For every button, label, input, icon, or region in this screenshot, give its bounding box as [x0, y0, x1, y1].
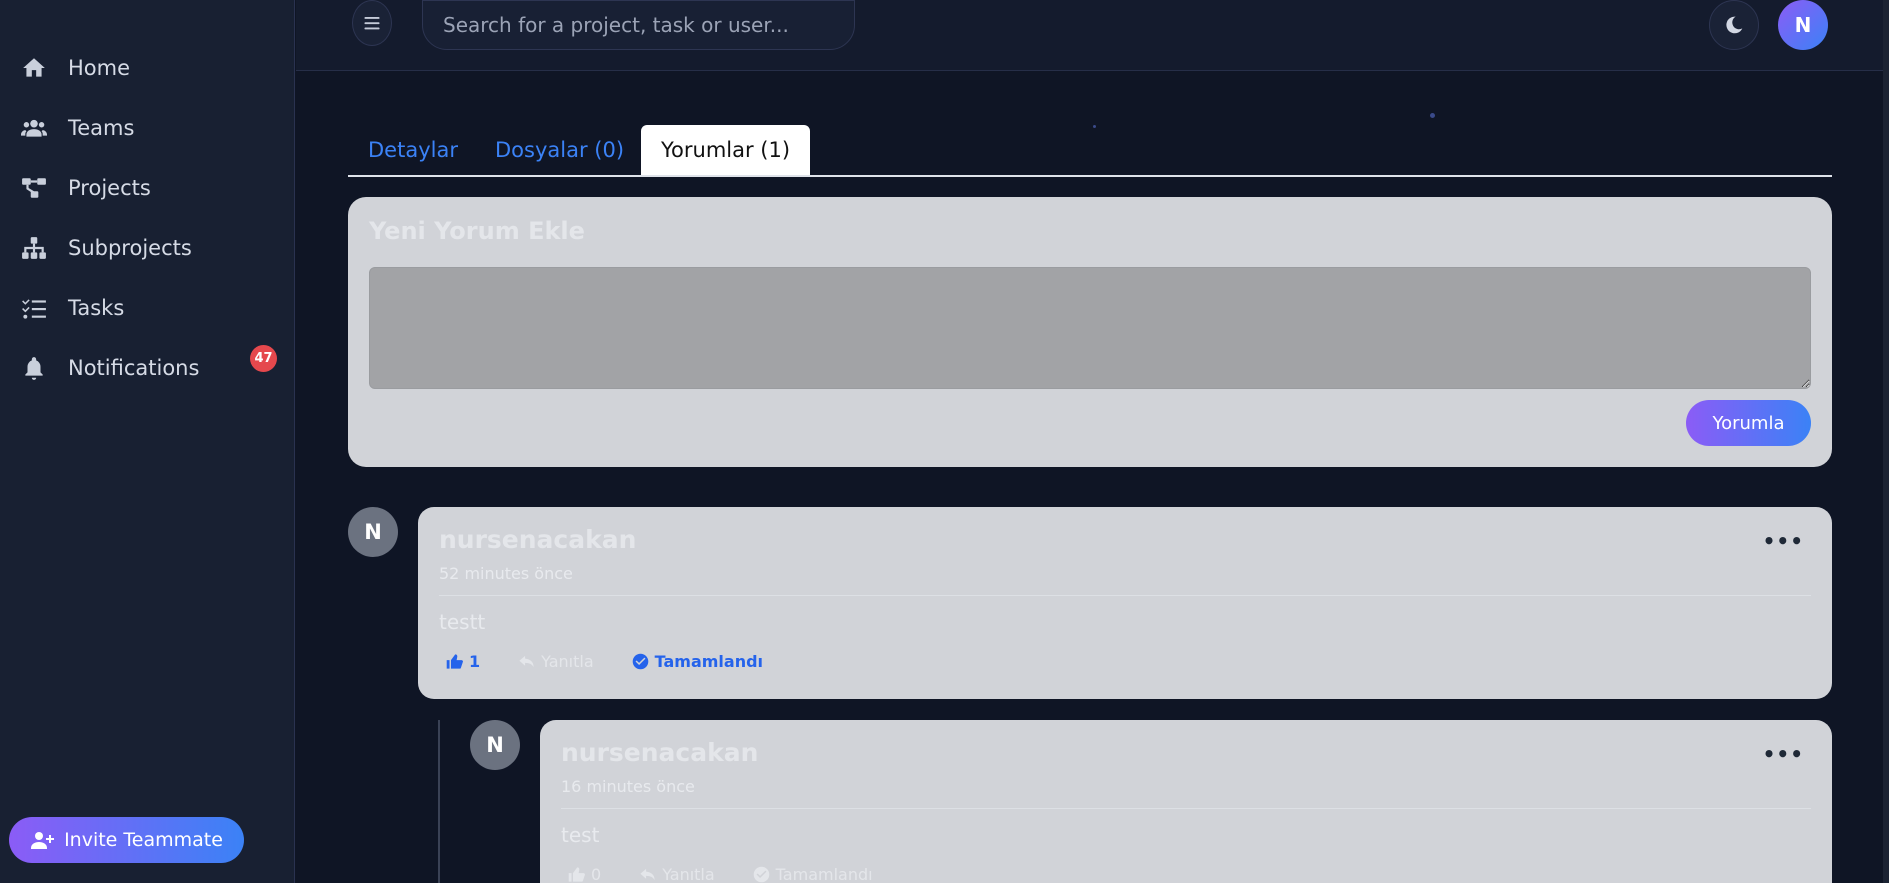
- sitemap-icon: [20, 234, 48, 262]
- check-circle-icon: [632, 653, 648, 670]
- reply-button[interactable]: Yanıtla: [518, 652, 594, 671]
- search-input[interactable]: [422, 0, 855, 50]
- sidebar-item-label: Tasks: [68, 296, 125, 320]
- submit-comment-button[interactable]: Yorumla: [1686, 400, 1811, 446]
- tab-yorumlar[interactable]: Yorumlar (1): [641, 125, 811, 175]
- sidebar: Home Teams Projects Subprojects Tasks No…: [0, 0, 295, 883]
- thumbs-up-icon: [568, 867, 585, 882]
- reply-text: test: [561, 823, 600, 847]
- home-icon: [20, 54, 48, 82]
- reply-thread-line: [438, 720, 440, 883]
- user-plus-icon: [31, 832, 55, 849]
- tab-dosyalar[interactable]: Dosyalar (0): [475, 125, 644, 175]
- topbar: N: [296, 0, 1889, 71]
- menu-toggle-button[interactable]: [352, 0, 392, 46]
- reply-label: Yanıtla: [662, 865, 715, 883]
- comment-more-menu-button[interactable]: •••: [1763, 529, 1804, 553]
- sidebar-item-label: Notifications: [68, 356, 200, 380]
- sidebar-item-teams[interactable]: Teams: [20, 106, 280, 150]
- moon-icon: [1726, 16, 1743, 34]
- reply-more-menu-button[interactable]: •••: [1763, 742, 1804, 766]
- sidebar-item-tasks[interactable]: Tasks: [20, 286, 280, 330]
- invite-teammate-label: Invite Teammate: [64, 829, 223, 851]
- comment-text: testt: [439, 610, 486, 634]
- reply-button[interactable]: Yanıtla: [639, 865, 715, 883]
- check-circle-icon: [753, 866, 769, 883]
- like-count: 1: [469, 652, 481, 671]
- background-dot: [1430, 113, 1435, 118]
- sidebar-item-subprojects[interactable]: Subprojects: [20, 226, 280, 270]
- scrollbar[interactable]: [1883, 0, 1889, 883]
- reply-label: Yanıtla: [541, 652, 594, 671]
- sidebar-item-notifications[interactable]: Notifications: [20, 346, 280, 390]
- sidebar-item-label: Teams: [68, 116, 135, 140]
- like-button[interactable]: 0: [568, 865, 601, 883]
- comment-actions: 1 Yanıtla Tamamlandı: [446, 652, 801, 671]
- app: Home Teams Projects Subprojects Tasks No…: [0, 0, 1889, 883]
- reply-time: 16 minutes önce: [561, 777, 695, 796]
- comment-divider: [439, 595, 1811, 596]
- reply-icon: [640, 868, 655, 881]
- sidebar-item-projects[interactable]: Projects: [20, 166, 280, 210]
- reply-divider: [561, 808, 1811, 809]
- sidebar-item-home[interactable]: Home: [20, 46, 280, 90]
- invite-teammate-button[interactable]: Invite Teammate: [9, 817, 244, 863]
- comment-time: 52 minutes önce: [439, 564, 573, 583]
- status-label: Tamamlandı: [654, 652, 764, 671]
- reply-author: nursenacakan: [561, 738, 759, 767]
- like-button[interactable]: 1: [446, 652, 480, 671]
- reply-avatar: N: [470, 720, 520, 770]
- tab-bar: Detaylar Dosyalar (0) Yorumlar (1): [348, 125, 1832, 177]
- sidebar-item-label: Subprojects: [68, 236, 192, 260]
- user-avatar[interactable]: N: [1778, 0, 1828, 50]
- thumbs-up-icon: [446, 654, 463, 669]
- reply-card: nursenacakan 16 minutes önce ••• test 0 …: [540, 720, 1832, 883]
- mark-complete-button[interactable]: Tamamlandı: [632, 652, 763, 671]
- project-diagram-icon: [20, 174, 48, 202]
- notification-count-badge: 47: [250, 345, 277, 372]
- users-icon: [20, 114, 48, 142]
- status-label: Tamamlandı: [775, 865, 873, 883]
- sidebar-item-label: Projects: [68, 176, 151, 200]
- hamburger-icon: [364, 17, 380, 30]
- theme-toggle-button[interactable]: [1709, 0, 1759, 50]
- tab-detaylar[interactable]: Detaylar: [348, 125, 478, 175]
- comment-author: nursenacakan: [439, 525, 637, 554]
- like-count: 0: [591, 865, 602, 883]
- comment-avatar: N: [348, 507, 398, 557]
- reply-actions: 0 Yanıtla Tamamlandı: [568, 865, 911, 883]
- comment-textarea[interactable]: [369, 267, 1811, 389]
- tasks-icon: [20, 294, 48, 322]
- sidebar-item-label: Home: [68, 56, 131, 80]
- reply-icon: [519, 655, 534, 668]
- new-comment-title: Yeni Yorum Ekle: [369, 217, 585, 245]
- bell-icon: [20, 354, 48, 382]
- mark-complete-button[interactable]: Tamamlandı: [753, 865, 873, 883]
- new-comment-form: Yeni Yorum Ekle Yorumla: [348, 197, 1832, 467]
- comment-card: nursenacakan 52 minutes önce ••• testt 1…: [418, 507, 1832, 699]
